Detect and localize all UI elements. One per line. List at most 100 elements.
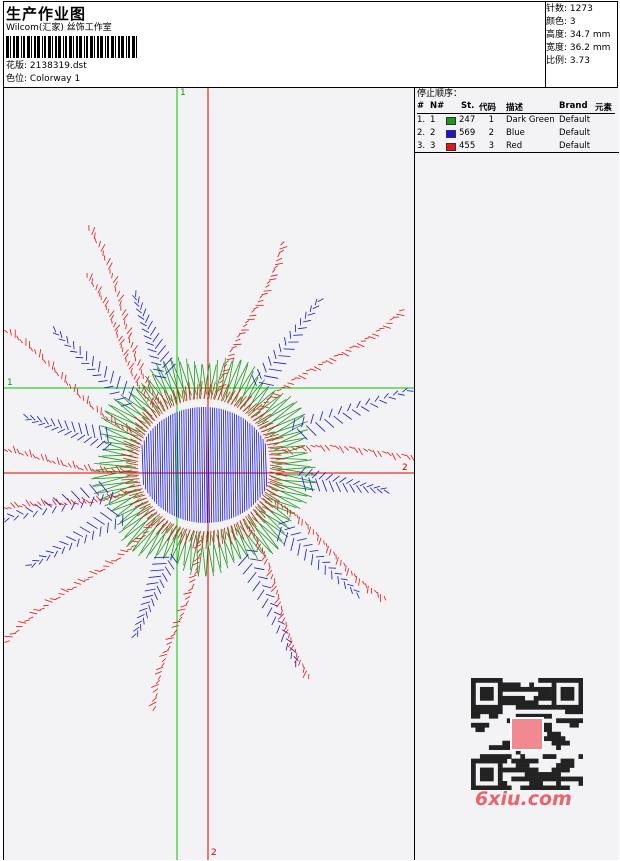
stitch-blue (370, 402, 379, 408)
stitch-blue (317, 298, 324, 303)
stitch-red (44, 599, 53, 603)
stitch-blue (290, 537, 295, 552)
stitch-red (183, 591, 192, 595)
stitch-blue (351, 409, 361, 416)
stitch-blue (150, 430, 153, 500)
qr-module (515, 704, 521, 710)
stitch-blue (315, 555, 325, 558)
stitch-red (107, 308, 110, 314)
stitch-blue (343, 581, 347, 590)
stitch-blue (44, 424, 52, 428)
qr-module (471, 763, 476, 768)
stitch-red (165, 637, 174, 640)
qr-module (560, 686, 566, 692)
stitch-red (89, 570, 98, 575)
stitch-blue (52, 497, 62, 506)
barcode-bar (13, 36, 15, 58)
stitch-blue (34, 503, 43, 510)
qr-module (574, 709, 579, 715)
stitch-blue (254, 567, 265, 571)
stitch-red (115, 464, 121, 473)
qr-module (515, 695, 521, 701)
barcode-bar (94, 36, 95, 58)
qr-module (551, 695, 557, 701)
stitch-red (98, 240, 101, 248)
row-index: 3. (417, 141, 426, 151)
stitch-blue (142, 308, 147, 317)
stitch-red (315, 444, 321, 448)
stitch-blue (380, 487, 387, 490)
qr-module (578, 691, 584, 697)
stitch-red (353, 345, 360, 348)
stitch-blue (146, 436, 149, 494)
qr-module (560, 718, 566, 724)
stitch-blue (342, 482, 348, 493)
qr-module (488, 745, 494, 750)
stitch-blue (42, 508, 48, 516)
qr-module (471, 704, 476, 710)
stitch-blue (162, 572, 168, 582)
stitch-blue (147, 320, 153, 330)
stitch-red (16, 448, 21, 455)
stitch-red (155, 666, 164, 671)
barcode-bar (126, 36, 127, 58)
qr-module (502, 700, 508, 706)
stitch-red (4, 640, 10, 643)
stitch-blue (52, 545, 62, 550)
stitch-red (94, 569, 102, 573)
stitch-red (100, 568, 106, 572)
qr-module (542, 754, 548, 759)
stitch-red (302, 663, 304, 668)
qr-module (511, 682, 517, 688)
stitch-blue (185, 409, 188, 521)
stitch-red (122, 313, 129, 321)
stitch-red (181, 390, 184, 403)
qr-module (547, 772, 552, 777)
stitch-blue (349, 483, 355, 493)
row-code: 1 (488, 115, 494, 125)
stitch-green (140, 521, 169, 554)
qr-module (497, 781, 503, 786)
qr-module (502, 767, 508, 773)
stitch-red (33, 504, 38, 507)
qr-module (493, 704, 499, 710)
qr-module (556, 718, 561, 724)
stitch-red (187, 587, 194, 592)
qr-module (560, 736, 566, 742)
stitch-red (374, 589, 378, 594)
stitch-red (35, 456, 40, 460)
stitch-red (379, 327, 385, 330)
design-canvas: 1 1 2 2 (4, 88, 414, 860)
stitch-blue (309, 550, 319, 552)
qr-module (502, 740, 508, 746)
stitch-blue (115, 397, 126, 401)
qr-module (484, 776, 490, 782)
stitch-blue (342, 412, 352, 420)
stitch-red (116, 557, 122, 561)
stitch-red (302, 667, 305, 673)
barcode-bar (55, 36, 57, 58)
stat-stitches: 针数: 1273 (546, 4, 593, 14)
stitch-blue (61, 546, 66, 554)
stitch-blue (57, 428, 66, 434)
qr-module (488, 758, 494, 764)
qr-module (520, 686, 526, 692)
stitch-green (107, 404, 146, 433)
stitch-red (24, 619, 30, 622)
stitch-red (319, 444, 326, 452)
stitch-red (12, 445, 17, 454)
qr-module (497, 709, 503, 715)
qr-module (502, 682, 508, 688)
stitch-blue (154, 339, 163, 349)
stitch-blue (109, 391, 120, 395)
qr-module (565, 695, 570, 701)
stitch-blue (265, 593, 275, 598)
stitch-red (396, 313, 405, 317)
barcode-bar (42, 36, 43, 58)
qr-module (538, 695, 543, 701)
stitch-red (269, 464, 283, 468)
qr-module (578, 781, 584, 786)
stitch-red (306, 369, 311, 372)
stitch-blue (273, 361, 287, 365)
qr-module (479, 686, 485, 692)
